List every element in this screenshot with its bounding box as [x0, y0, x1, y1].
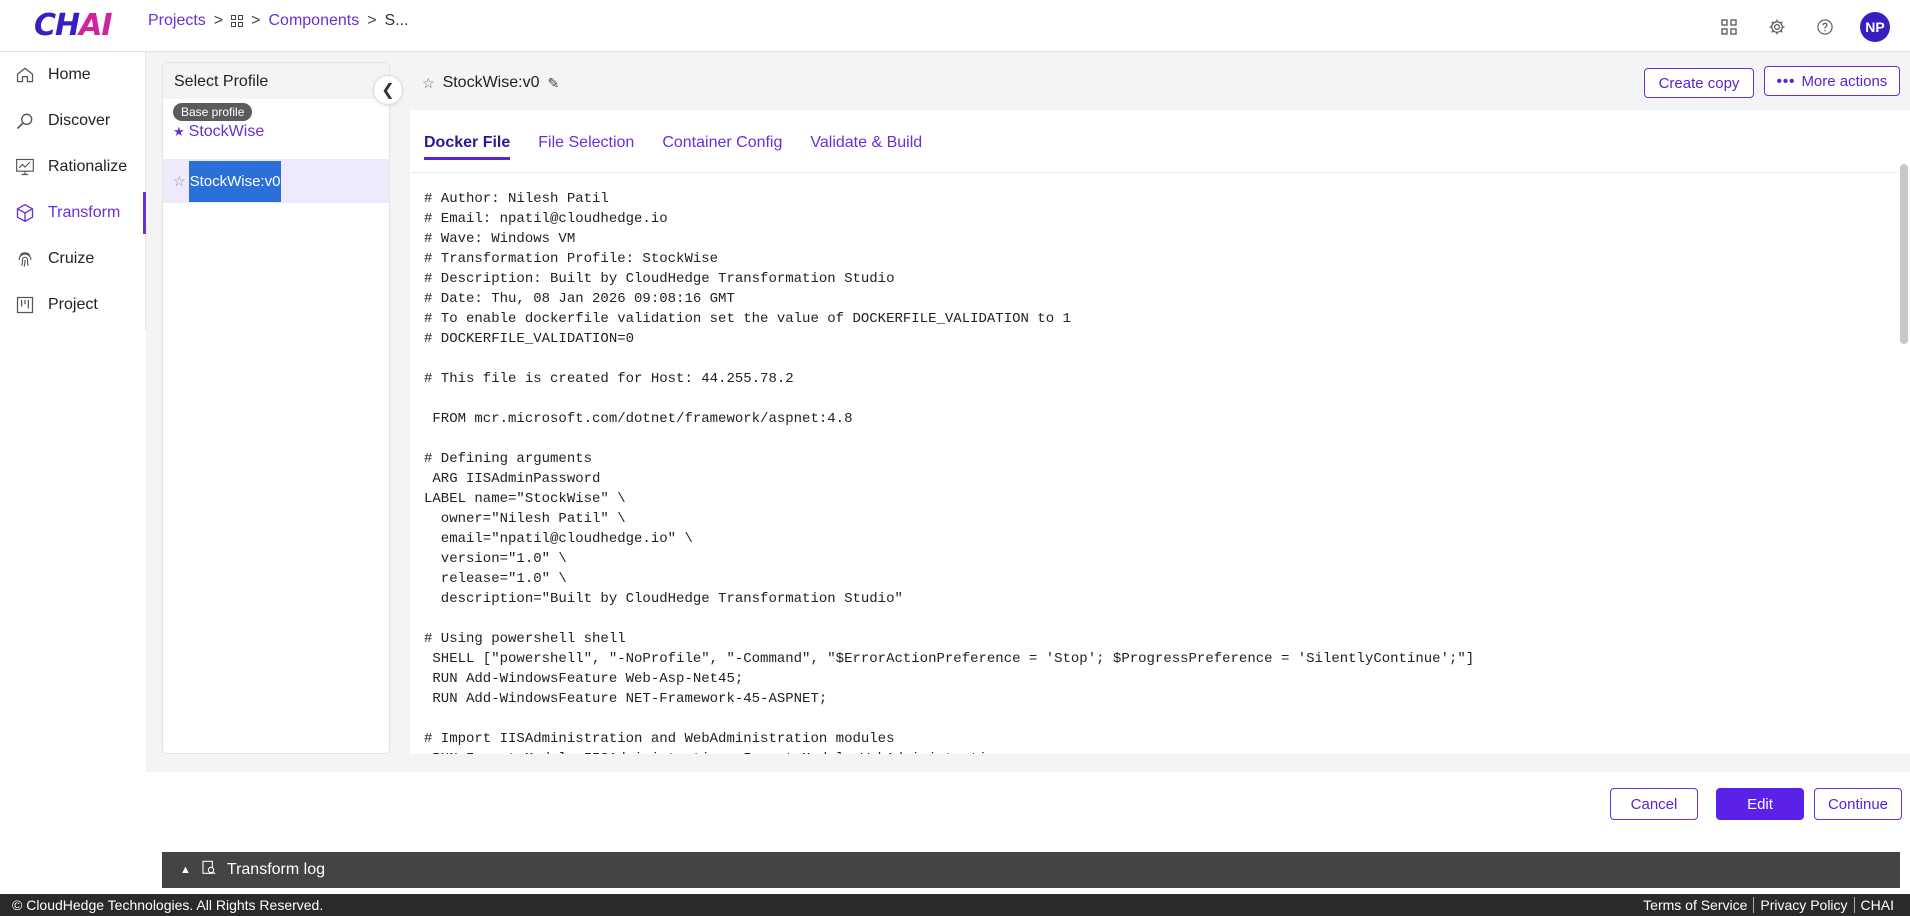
cube-icon	[14, 202, 36, 224]
nav-item-discover[interactable]: Discover	[0, 98, 145, 144]
board-icon	[14, 294, 36, 316]
chai-logo[interactable]: CHAI	[34, 8, 113, 43]
nav-item-label: Discover	[48, 112, 111, 129]
breadcrumb-projects[interactable]: Projects	[148, 12, 206, 30]
tab-validate-build[interactable]: Validate & Build	[810, 110, 922, 160]
nav-item-label: Transform	[48, 204, 121, 221]
left-navigation: Home Discover Rationalize Transform Crui…	[0, 52, 146, 330]
breadcrumb-components[interactable]: Components	[268, 12, 359, 30]
nav-item-label: Rationalize	[48, 158, 128, 175]
tab-bar: Docker File File Selection Container Con…	[410, 110, 922, 160]
header-actions: NP	[1716, 12, 1890, 42]
pencil-icon[interactable]: ✎	[547, 75, 559, 92]
tab-file-selection[interactable]: File Selection	[538, 110, 634, 160]
collapse-panel-button[interactable]: ❮	[373, 75, 403, 105]
nav-item-project[interactable]: Project	[0, 282, 145, 328]
home-icon	[14, 64, 36, 86]
create-copy-button[interactable]: Create copy	[1644, 68, 1754, 98]
nav-item-label: Cruize	[48, 250, 95, 267]
fingerprint-icon	[14, 248, 36, 270]
breadcrumb-separator: >	[213, 12, 224, 29]
breadcrumb-current: S...	[384, 12, 409, 29]
expand-triangle-icon[interactable]: ▲	[180, 864, 191, 876]
breadcrumb-separator: >	[251, 12, 261, 29]
more-actions-button[interactable]: ••• More actions	[1764, 66, 1900, 96]
cancel-button[interactable]: Cancel	[1610, 788, 1698, 820]
star-outline-icon[interactable]: ☆	[422, 75, 435, 92]
dockerfile-viewer[interactable]: # Author: Nilesh Patil # Email: npatil@c…	[410, 172, 1898, 754]
help-icon[interactable]	[1812, 14, 1838, 40]
nav-item-label: Project	[48, 296, 98, 313]
user-avatar[interactable]: NP	[1860, 12, 1890, 42]
breadcrumb-separator: >	[367, 12, 377, 29]
top-header: CHAI Projects > > Components > S... NP	[0, 0, 1910, 52]
base-profile-badge: Base profile	[173, 103, 253, 121]
nav-item-transform[interactable]: Transform	[0, 190, 146, 236]
star-filled-icon: ★	[173, 124, 185, 139]
nav-item-home[interactable]: Home	[0, 52, 145, 98]
log-search-icon	[201, 860, 217, 880]
content-panel: Docker File File Selection Container Con…	[410, 110, 1910, 754]
nav-item-cruize[interactable]: Cruize	[0, 236, 145, 282]
nav-item-rationalize[interactable]: Rationalize	[0, 144, 145, 190]
transform-log-label: Transform log	[226, 861, 325, 878]
apps-grid-icon[interactable]	[231, 15, 244, 27]
rationalize-icon	[14, 156, 36, 178]
profile-title: StockWise:v0	[442, 74, 540, 91]
grid-apps-icon[interactable]	[1716, 14, 1742, 40]
terms-link[interactable]: Terms of Service	[1637, 897, 1753, 913]
dockerfile-content: # Author: Nilesh Patil # Email: npatil@c…	[424, 191, 1475, 754]
main-area: Select Profile ❮ Base profile ★ StockWis…	[146, 52, 1910, 772]
content-title: ☆ StockWise:v0 ✎	[422, 74, 559, 92]
copyright-text: © CloudHedge Technologies. All Rights Re…	[12, 897, 324, 913]
transform-log-bar[interactable]: ▲ Transform log	[162, 852, 1900, 888]
gear-icon[interactable]	[1764, 14, 1790, 40]
footer-links: Terms of Service Privacy Policy CHAI	[1637, 894, 1900, 916]
nav-item-label: Home	[48, 66, 91, 83]
profile-item-base[interactable]: ★ StockWise	[173, 123, 264, 141]
continue-button[interactable]: Continue	[1814, 788, 1902, 820]
page-footer: © CloudHedge Technologies. All Rights Re…	[0, 894, 1910, 916]
profile-panel-title: Select Profile	[163, 63, 389, 99]
star-outline-icon[interactable]: ☆	[173, 173, 186, 190]
more-dots-icon: •••	[1776, 72, 1796, 90]
vertical-scrollbar[interactable]	[1900, 164, 1908, 344]
privacy-link[interactable]: Privacy Policy	[1753, 897, 1853, 913]
logo-accent-text: AI	[79, 8, 112, 43]
chevron-left-icon: ❮	[381, 82, 395, 99]
tab-docker-file[interactable]: Docker File	[424, 110, 511, 160]
footer-brand: CHAI	[1853, 897, 1900, 913]
discover-icon	[14, 110, 36, 132]
edit-button[interactable]: Edit	[1716, 788, 1804, 820]
profile-name: StockWise:v0	[188, 160, 282, 202]
profile-name: StockWise	[188, 123, 265, 140]
profile-item-selected[interactable]: ☆ StockWise:v0	[163, 159, 389, 203]
more-actions-label: More actions	[1801, 72, 1888, 90]
logo-text: CH	[34, 8, 80, 43]
profile-panel: Select Profile ❮ Base profile ★ StockWis…	[162, 62, 403, 754]
breadcrumb: Projects > > Components > S...	[148, 12, 409, 30]
tab-container-config[interactable]: Container Config	[662, 110, 782, 160]
